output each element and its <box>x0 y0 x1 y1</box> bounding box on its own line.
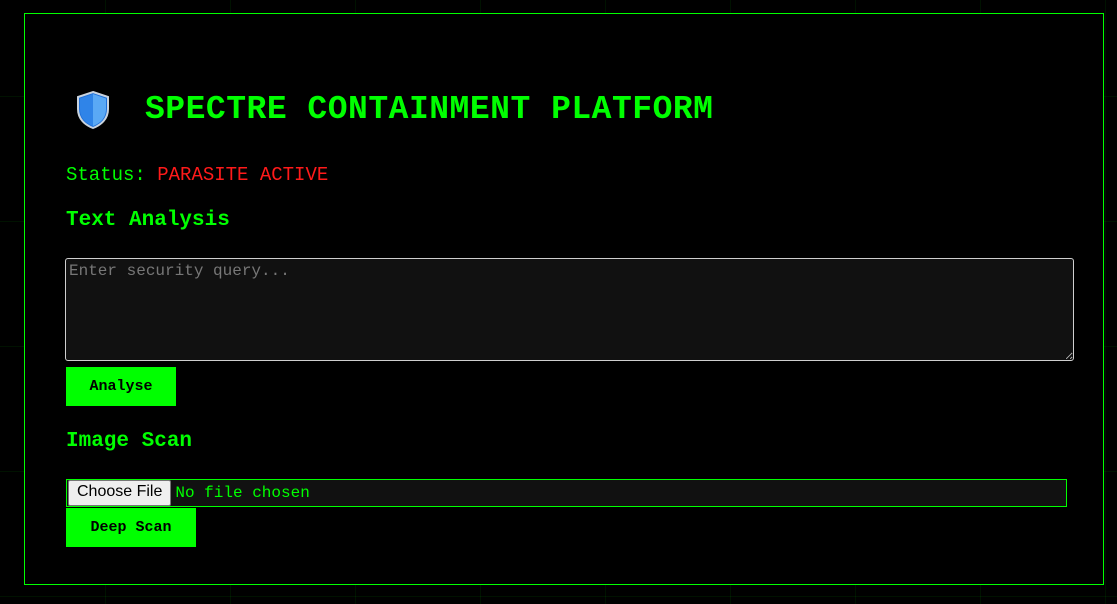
status-line: Status: PARASITE ACTIVE <box>66 164 328 186</box>
security-query-input[interactable] <box>65 258 1074 361</box>
page-title: SPECTRE CONTAINMENT PLATFORM <box>145 91 714 128</box>
file-input[interactable]: Choose File No file chosen <box>66 479 1067 507</box>
main-panel: SPECTRE CONTAINMENT PLATFORM Status: PAR… <box>24 13 1104 585</box>
shield-icon <box>77 90 109 130</box>
deep-scan-button[interactable]: Deep Scan <box>66 508 196 547</box>
image-scan-heading: Image Scan <box>66 430 193 453</box>
analyse-button[interactable]: Analyse <box>66 367 176 406</box>
text-analysis-heading: Text Analysis <box>66 209 230 232</box>
status-value: PARASITE ACTIVE <box>157 164 329 186</box>
choose-file-button[interactable]: Choose File <box>68 480 172 506</box>
file-status-text: No file chosen <box>175 484 310 502</box>
status-label: Status: <box>66 164 146 186</box>
header: SPECTRE CONTAINMENT PLATFORM <box>75 90 714 130</box>
